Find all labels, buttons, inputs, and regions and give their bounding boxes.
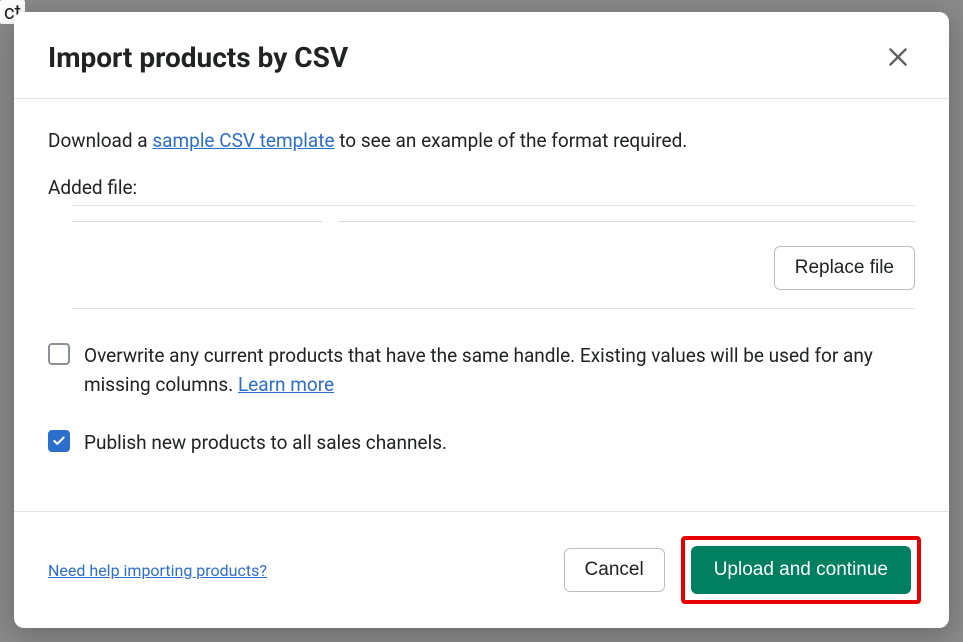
- check-icon: [52, 434, 66, 448]
- help-link[interactable]: Need help importing products?: [48, 561, 267, 580]
- file-info-slot: [338, 216, 915, 222]
- modal-body: Download a sample CSV template to see an…: [14, 99, 949, 511]
- modal-title: Import products by CSV: [48, 41, 348, 74]
- options-group: Overwrite any current products that have…: [48, 309, 915, 457]
- overwrite-option-row: Overwrite any current products that have…: [48, 341, 915, 400]
- learn-more-link[interactable]: Learn more: [238, 373, 334, 396]
- replace-file-button[interactable]: Replace file: [774, 246, 915, 290]
- modal-footer: Need help importing products? Cancel Upl…: [14, 511, 949, 628]
- publish-option-text: Publish new products to all sales channe…: [84, 428, 447, 457]
- close-button[interactable]: [881, 40, 915, 74]
- upload-highlight: Upload and continue: [681, 536, 921, 604]
- close-icon: [885, 44, 911, 70]
- overwrite-option-text: Overwrite any current products that have…: [84, 341, 915, 400]
- footer-actions: Cancel Upload and continue: [564, 536, 921, 604]
- file-info-slot: [72, 216, 322, 222]
- description-before: Download a: [48, 129, 152, 152]
- import-csv-modal: Import products by CSV Download a sample…: [14, 12, 949, 628]
- file-area: Replace file: [72, 205, 915, 309]
- added-file-label: Added file:: [48, 176, 915, 199]
- upload-and-continue-button[interactable]: Upload and continue: [691, 546, 911, 594]
- overwrite-text: Overwrite any current products that have…: [84, 344, 873, 396]
- publish-checkbox[interactable]: [48, 430, 70, 452]
- description-text: Download a sample CSV template to see an…: [48, 129, 915, 152]
- modal-header: Import products by CSV: [14, 12, 949, 99]
- description-after: to see an example of the format required…: [335, 129, 688, 152]
- overwrite-checkbox[interactable]: [48, 343, 70, 365]
- sample-csv-link[interactable]: sample CSV template: [152, 129, 334, 152]
- publish-option-row: Publish new products to all sales channe…: [48, 428, 915, 457]
- cancel-button[interactable]: Cancel: [564, 548, 665, 592]
